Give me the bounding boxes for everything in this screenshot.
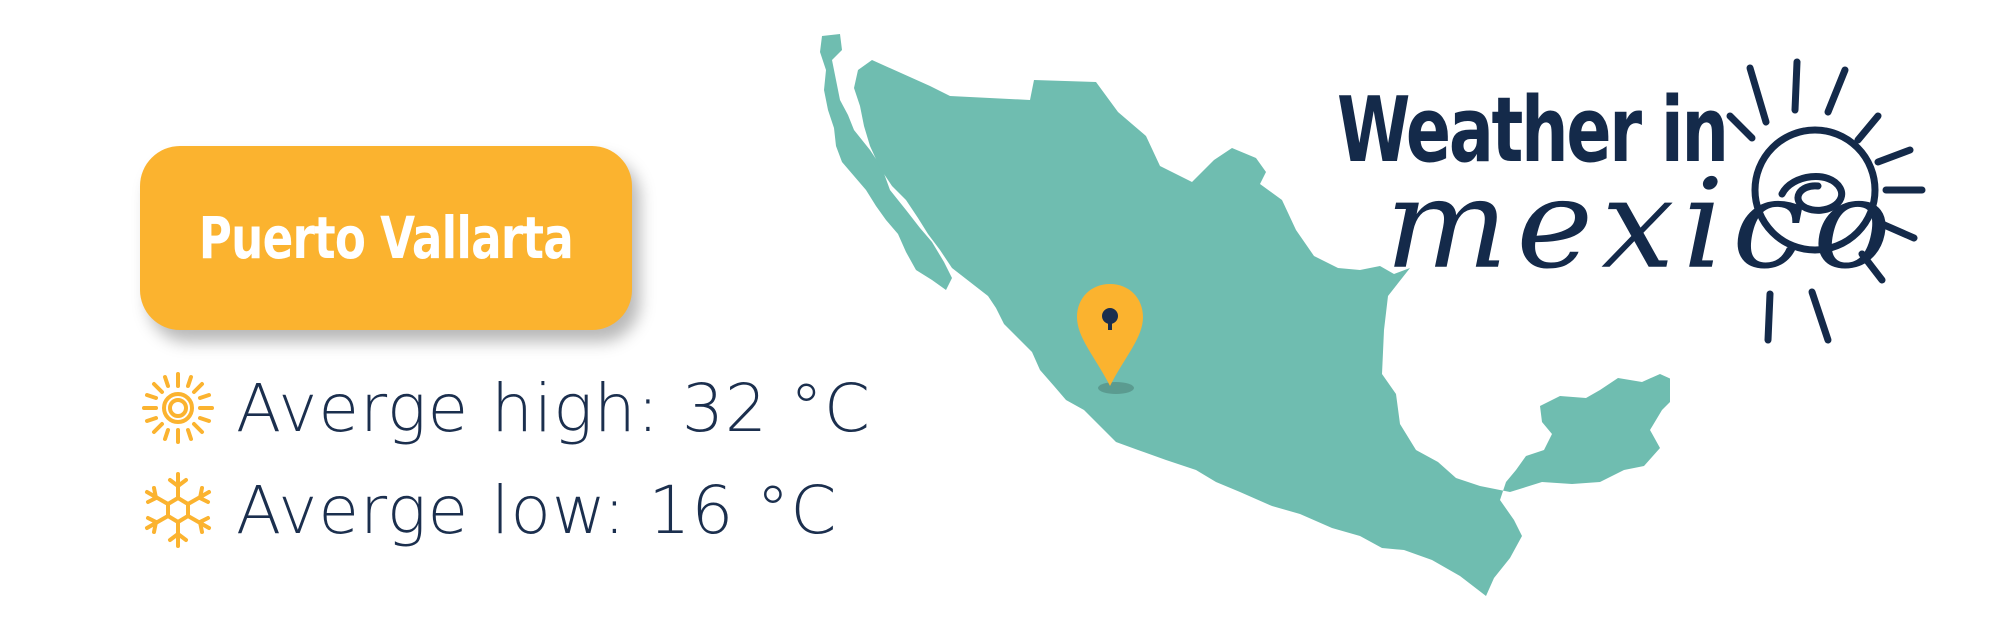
sun-icon [142,372,214,444]
average-low-row: Averge low: 16 °C [138,460,837,560]
city-name: Puerto Vallarta [198,204,574,272]
average-low-text: Averge low: 16 °C [236,471,838,549]
average-high-text: Averge high: 32 °C [236,369,871,447]
city-badge: Puerto Vallarta [140,146,632,330]
infographic: Puerto Vallarta Averge high: 32 °C Averg… [0,0,2016,639]
snowflake-icon [145,472,211,548]
average-high-row: Averge high: 32 °C [138,358,871,458]
sun-doodle-icon [1726,58,1926,344]
